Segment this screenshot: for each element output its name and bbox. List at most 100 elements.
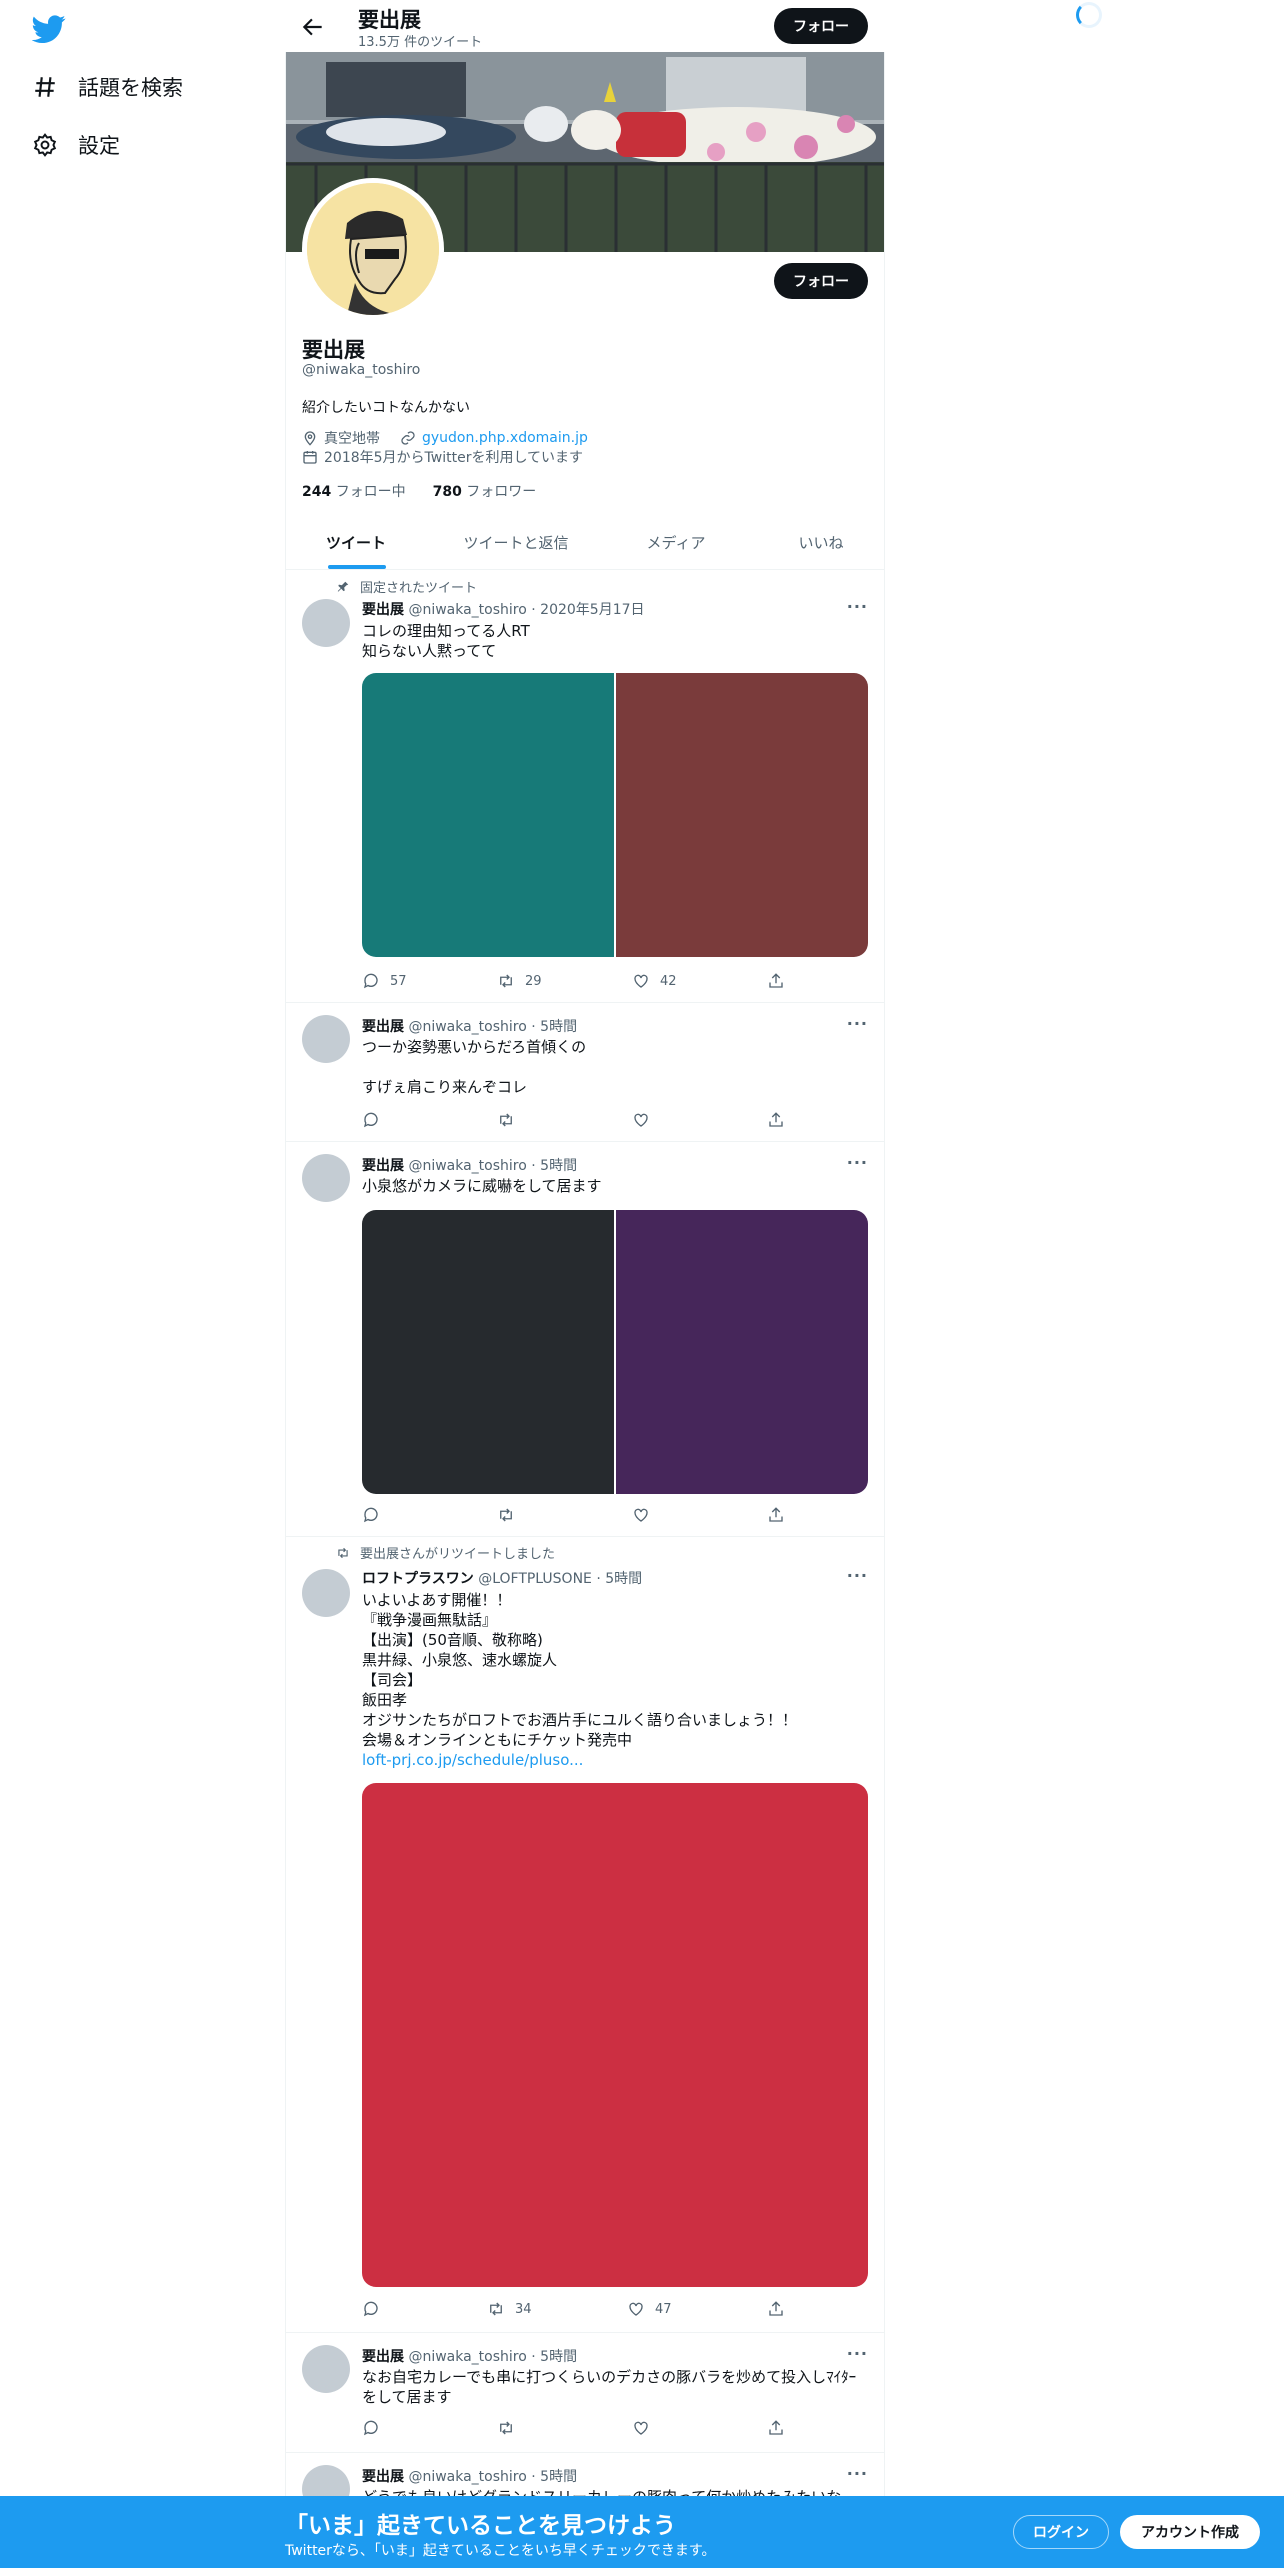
retweet-icon: [500, 2421, 512, 2435]
followers-link[interactable]: 780 フォロワー: [433, 484, 537, 500]
profile-joined-row: 2018年5月からTwitterを利用しています: [302, 447, 583, 467]
active-tab-indicator: [328, 565, 386, 569]
reply-button[interactable]: [362, 2300, 390, 2318]
profile-bio: 紹介したいコトなんかない: [302, 400, 470, 416]
like-button[interactable]: [632, 1111, 660, 1129]
twitter-logo-icon[interactable]: [32, 12, 66, 46]
sidebar-item-settings[interactable]: 設定: [32, 130, 120, 160]
tweet-media[interactable]: [362, 673, 868, 957]
heart-icon: [634, 974, 648, 988]
like-button[interactable]: [632, 1506, 660, 1524]
share-icon: [769, 973, 783, 988]
reply-icon: [363, 2301, 378, 2317]
tab-tweets-and-replies[interactable]: ツイートと返信: [436, 515, 596, 570]
profile-handle: @niwaka_toshiro: [302, 362, 421, 378]
like-button[interactable]: 42: [632, 972, 677, 990]
tweet-avatar[interactable]: [302, 2345, 350, 2393]
tweet-item[interactable]: 固定されたツイート 要出展 @niwaka_toshiro · 2020年5月1…: [286, 571, 884, 1003]
tweet-text: 小泉悠がカメラに威嚇をして居ます: [362, 1177, 602, 1195]
more-options-icon[interactable]: ···: [847, 1153, 868, 1172]
tweet-header: 要出展 @niwaka_toshiro · 5時間: [362, 2469, 578, 2485]
share-button[interactable]: [767, 2300, 785, 2318]
heart-icon: [634, 1508, 648, 1522]
profile-tabs: ツイート ツイートと返信 メディア いいね: [286, 515, 884, 570]
share-button[interactable]: [767, 972, 785, 990]
share-icon: [769, 2301, 783, 2316]
media-image[interactable]: [616, 1210, 868, 1494]
tweet-avatar[interactable]: [302, 1569, 350, 1617]
more-options-icon[interactable]: ···: [847, 597, 868, 616]
like-button[interactable]: [632, 2419, 660, 2437]
pinned-context: 固定されたツイート: [336, 577, 477, 596]
retweet-button[interactable]: 29: [497, 972, 542, 990]
tweet-item[interactable]: 要出展 @niwaka_toshiro · 5時間 ··· 小泉悠がカメラに威嚇…: [286, 1142, 884, 1537]
reply-icon: [363, 2420, 378, 2436]
gear-icon: [33, 133, 57, 157]
back-arrow-icon[interactable]: [300, 14, 326, 40]
like-button[interactable]: 47: [627, 2300, 672, 2318]
retweet-button[interactable]: 34: [487, 2300, 532, 2318]
tweet-item[interactable]: 要出展 @niwaka_toshiro · 5時間 ··· なお自宅カレーでも串…: [286, 2333, 884, 2453]
reply-icon: [363, 973, 378, 989]
more-options-icon[interactable]: ···: [847, 1566, 868, 1585]
profile-follow-button[interactable]: フォロー: [774, 263, 868, 299]
media-image[interactable]: [362, 673, 614, 957]
more-options-icon[interactable]: ···: [847, 1014, 868, 1033]
tab-media[interactable]: メディア: [606, 515, 746, 570]
share-button[interactable]: [767, 1111, 785, 1129]
tweet-avatar[interactable]: [302, 1154, 350, 1202]
tweet-header: ロフトプラスワン @LOFTPLUSONE · 5時間: [362, 1571, 643, 1587]
share-button[interactable]: [767, 2419, 785, 2437]
more-options-icon[interactable]: ···: [847, 2464, 868, 2483]
tweet-header: 要出展 @niwaka_toshiro · 5時間: [362, 1158, 578, 1174]
profile-joined: 2018年5月からTwitterを利用しています: [324, 450, 584, 466]
heart-icon: [634, 2421, 648, 2435]
reply-button[interactable]: [362, 1506, 390, 1524]
tweet-avatar[interactable]: [302, 1015, 350, 1063]
signup-banner-title: 「いま」起きていることを見つけよう: [285, 2513, 676, 2539]
following-link[interactable]: 244 フォロー中: [302, 484, 406, 500]
profile-avatar[interactable]: [302, 178, 444, 320]
reply-button[interactable]: 57: [362, 972, 407, 990]
signup-button[interactable]: アカウント作成: [1120, 2515, 1260, 2549]
reply-icon: [363, 1507, 378, 1523]
tweet-item[interactable]: 要出展 @niwaka_toshiro · 5時間 ··· つーか姿勢悪いからだ…: [286, 1003, 884, 1142]
tweet-link[interactable]: loft-prj.co.jp/schedule/pluso...: [362, 1750, 862, 1770]
media-image[interactable]: [616, 673, 868, 957]
pin-icon: [337, 581, 349, 592]
reply-button[interactable]: [362, 2419, 390, 2437]
tweet-actions: 57 29 42: [362, 972, 802, 992]
retweet-button[interactable]: [497, 2419, 525, 2437]
tweet-media[interactable]: [362, 1210, 868, 1494]
login-button[interactable]: ログイン: [1013, 2515, 1109, 2549]
tweet-count: 13.5万 件のツイート: [358, 35, 483, 50]
retweet-icon: [500, 1508, 512, 1522]
more-options-icon[interactable]: ···: [847, 2344, 868, 2363]
tweet-media[interactable]: [362, 1783, 868, 2287]
tweet-text: つーか姿勢悪いからだろ首傾くの すげぇ肩こり来んぞコレ: [362, 1038, 587, 1096]
tweet-avatar[interactable]: [302, 599, 350, 647]
reply-button[interactable]: [362, 1111, 390, 1129]
sidebar-item-label: 設定: [78, 134, 120, 158]
tweet-text: いよいよあす開催！！ 『戦争漫画無駄話』 【出演】(50音順、敬称略) 黒井緑、…: [362, 1591, 798, 1749]
share-icon: [769, 1507, 783, 1522]
media-image[interactable]: [362, 1210, 614, 1494]
header-follow-button[interactable]: フォロー: [774, 8, 868, 44]
retweet-button[interactable]: [497, 1111, 525, 1129]
retweet-button[interactable]: [497, 1506, 525, 1524]
link-icon: [401, 431, 415, 445]
tab-likes[interactable]: いいね: [766, 515, 876, 570]
tab-tweets[interactable]: ツイート: [286, 515, 426, 570]
loading-spinner-icon: [1076, 2, 1102, 28]
media-image[interactable]: [362, 1783, 868, 2287]
heart-icon: [629, 2302, 643, 2316]
profile-name: 要出展: [302, 338, 365, 362]
tweet-text: コレの理由知ってる人RT 知らない人黙ってて: [362, 622, 530, 660]
share-button[interactable]: [767, 1506, 785, 1524]
profile-website-link[interactable]: gyudon.php.xdomain.jp: [422, 430, 588, 446]
avatar-illustration: [307, 183, 439, 315]
hashtag-icon: [35, 77, 55, 97]
page-title: 要出展: [358, 8, 421, 32]
sidebar-item-explore[interactable]: 話題を検索: [32, 72, 183, 102]
tweet-item[interactable]: 要出展さんがリツイートしました ロフトプラスワン @LOFTPLUSONE · …: [286, 1537, 884, 2333]
